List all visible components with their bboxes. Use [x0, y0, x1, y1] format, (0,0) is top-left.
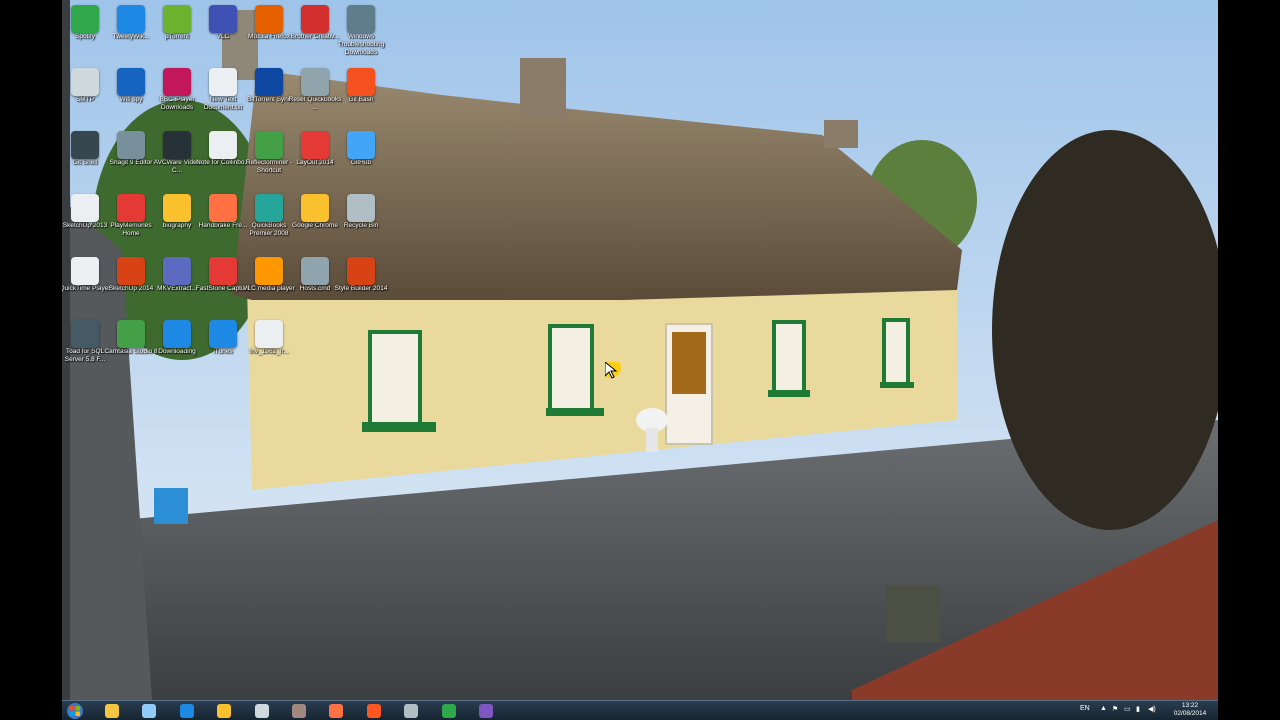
- taskbar-app-button[interactable]: [173, 703, 201, 720]
- taskbar-app-button[interactable]: [322, 703, 350, 720]
- desktop-shortcut[interactable]: Inv_1962_fr...: [246, 317, 292, 379]
- quickbooks-icon: [255, 194, 283, 222]
- wifi-icon: [117, 68, 145, 96]
- chrome-icon: [217, 704, 232, 718]
- media-app-icon: [366, 704, 381, 718]
- download-icon: [163, 320, 191, 348]
- desktop-shortcut-label: Recycle Bin: [343, 222, 379, 229]
- snagit-icon: [117, 131, 145, 159]
- desktop-shortcut-label: Git Bash: [348, 96, 374, 103]
- handbrake-icon: [209, 194, 237, 222]
- taskbar-app-button[interactable]: [98, 703, 126, 720]
- system-tray: EN ▲ ⚑ ▭ ▮ ◀) 13:22 02/08/2014: [1078, 701, 1218, 720]
- taskbar-app-button[interactable]: [248, 703, 276, 720]
- editor-icon: [329, 704, 344, 718]
- mail-icon: [71, 68, 99, 96]
- desktop-shortcut[interactable]: GitHub: [338, 128, 384, 190]
- video-converter-icon: [163, 131, 191, 159]
- iplayer-icon: [163, 68, 191, 96]
- clock-date: 02/08/2014: [1173, 710, 1207, 717]
- desktop-shortcut-label: GitHub: [350, 159, 372, 166]
- desktop-shortcut-label: Inv_1962_fr...: [249, 348, 289, 355]
- firefox-icon: [255, 5, 283, 33]
- settings-gear-icon: [404, 704, 419, 718]
- taskbar: EN ▲ ⚑ ▭ ▮ ◀) 13:22 02/08/2014: [62, 700, 1218, 720]
- show-hidden-icons-icon[interactable]: ▲: [1100, 705, 1107, 712]
- faststone-icon: [209, 257, 237, 285]
- note-icon: [209, 131, 237, 159]
- quicktime-icon: [71, 257, 99, 285]
- settings-icon: [301, 68, 329, 96]
- remote-desktop-icon: [254, 704, 269, 718]
- spreadsheet-icon: [255, 320, 283, 348]
- vlc-icon: [255, 257, 283, 285]
- taskbar-app-button[interactable]: [360, 703, 388, 720]
- spotify-icon: [441, 704, 456, 718]
- windows-start-button[interactable]: [65, 702, 89, 720]
- taskbar-app-button[interactable]: [285, 703, 313, 720]
- desktop-shortcut[interactable]: Style Builder 2014: [335, 254, 387, 316]
- bittorrent-icon: [255, 68, 283, 96]
- sketchup-icon: [117, 257, 145, 285]
- windows-start-icon: [67, 703, 83, 719]
- file-explorer-icon: [105, 704, 119, 718]
- reflector-icon: [255, 131, 283, 159]
- desktop-shortcut-label: Style Builder 2014: [334, 285, 388, 292]
- desktop[interactable]: Spotify TweetyWik... µTorrent VLC Mozilla Fi…: [62, 0, 1218, 720]
- volume-icon[interactable]: ◀): [1148, 705, 1156, 713]
- taskbar-app-button[interactable]: [435, 703, 463, 720]
- desktop-shortcut[interactable]: Git Bash: [338, 65, 384, 127]
- brother-icon: [301, 5, 329, 33]
- utorrent-icon: [163, 5, 191, 33]
- tweety-icon: [117, 5, 145, 33]
- network-icon: [142, 704, 157, 718]
- signal-icon[interactable]: ▮: [1136, 705, 1140, 713]
- playmemories-icon: [117, 194, 145, 222]
- internet-explorer-icon: [179, 704, 194, 718]
- chrome-icon: [301, 194, 329, 222]
- desktop-shortcut[interactable]: Recycle Bin: [338, 191, 384, 253]
- camtasia-icon: [117, 320, 145, 348]
- recycle-bin-icon: [347, 194, 375, 222]
- desktop-icon-grid: Spotify TweetyWik... µTorrent VLC Mozilla Fi…: [62, 0, 392, 560]
- spotify-icon: [71, 5, 99, 33]
- taskbar-app-button[interactable]: [135, 703, 163, 720]
- mkv-icon: [163, 257, 191, 285]
- taskbar-clock[interactable]: 13:22 02/08/2014: [1170, 702, 1210, 718]
- git-icon: [347, 68, 375, 96]
- clock-time: 13:22: [1181, 702, 1199, 709]
- action-center-flag-icon[interactable]: ⚑: [1112, 705, 1118, 713]
- network-status-icon[interactable]: ▭: [1124, 705, 1131, 713]
- style-builder-icon: [347, 257, 375, 285]
- desktop-shortcut[interactable]: Windows Troubleshooting Downloads: [338, 2, 384, 64]
- cmd-icon: [301, 257, 329, 285]
- taskbar-app-button[interactable]: [397, 703, 425, 720]
- visual-studio-icon: [479, 704, 493, 718]
- file-icon: [71, 194, 99, 222]
- git-shell-icon: [71, 131, 99, 159]
- layout-icon: [301, 131, 329, 159]
- media-player-icon: [209, 5, 237, 33]
- github-icon: [347, 131, 375, 159]
- text-file-icon: [209, 68, 237, 96]
- itunes-icon: [209, 320, 237, 348]
- shortcut-icon: [347, 5, 375, 33]
- toad-icon: [71, 320, 99, 348]
- mouse-cursor-icon: [601, 358, 629, 391]
- chrome-icon: [163, 194, 191, 222]
- desktop-shortcut-label: Windows Troubleshooting Downloads: [337, 33, 385, 56]
- taskbar-app-button[interactable]: [472, 703, 500, 720]
- language-indicator[interactable]: EN: [1080, 705, 1090, 712]
- taskbar-app-button[interactable]: [210, 703, 238, 720]
- tools-icon: [292, 704, 306, 718]
